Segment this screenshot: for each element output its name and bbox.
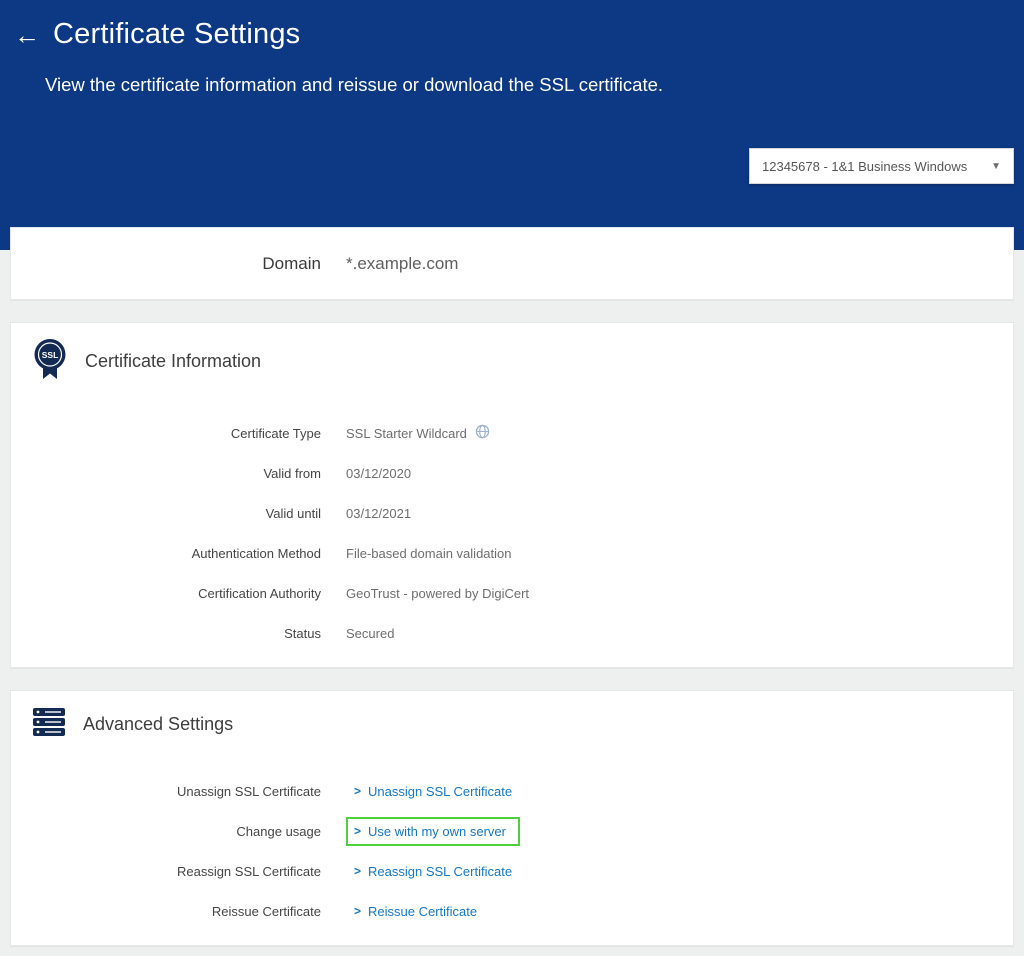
domain-label: Domain [11,254,321,274]
page-header: ← Certificate Settings View the certific… [0,0,1024,250]
reassign-ssl-link[interactable]: > Reassign SSL Certificate [354,864,512,879]
page-subtitle: View the certificate information and rei… [45,71,690,99]
domain-card: Domain *.example.com [10,227,1014,300]
use-own-server-link[interactable]: > Use with my own server [354,824,506,839]
ssl-badge-icon: SSL [31,338,69,385]
reassign-link-wrap: > Reassign SSL Certificate [346,857,526,886]
reissue-certificate-link[interactable]: > Reissue Certificate [354,904,477,919]
status-label: Status [11,626,321,641]
reissue-link-wrap: > Reissue Certificate [346,897,491,926]
cert-row-status: Status Secured [11,613,1013,653]
advanced-settings-title: Advanced Settings [83,714,233,735]
chevron-down-icon: ▼ [981,161,1001,172]
contract-selector-dropdown[interactable]: 12345678 - 1&1 Business Windows ▼ [749,148,1014,184]
chevron-right-icon: > [354,784,361,798]
unassign-label: Unassign SSL Certificate [11,784,321,799]
auth-method-label: Authentication Method [11,546,321,561]
authority-label: Certification Authority [11,586,321,601]
unassign-link-label: Unassign SSL Certificate [368,784,512,799]
action-row-change-usage: Change usage > Use with my own server [11,811,1013,851]
contract-selector-value: 12345678 - 1&1 Business Windows [762,159,967,174]
cert-row-valid-from: Valid from 03/12/2020 [11,453,1013,493]
reassign-label: Reassign SSL Certificate [11,864,321,879]
server-stack-icon [31,706,67,743]
status-value: Secured [346,626,1013,641]
chevron-right-icon: > [354,824,361,838]
authority-value: GeoTrust - powered by DigiCert [346,586,1013,601]
valid-until-value: 03/12/2021 [346,506,1013,521]
cert-row-auth-method: Authentication Method File-based domain … [11,533,1013,573]
certificate-information-title: Certificate Information [85,351,261,372]
reissue-link-label: Reissue Certificate [368,904,477,919]
reissue-label: Reissue Certificate [11,904,321,919]
use-own-server-link-label: Use with my own server [368,824,506,839]
action-row-reassign: Reassign SSL Certificate > Reassign SSL … [11,851,1013,891]
cert-row-valid-until: Valid until 03/12/2021 [11,493,1013,533]
cert-type-value: SSL Starter Wildcard [346,426,467,441]
domain-value: *.example.com [346,254,1013,274]
unassign-link-wrap: > Unassign SSL Certificate [346,777,526,806]
highlight-box: > Use with my own server [346,817,520,846]
valid-until-label: Valid until [11,506,321,521]
reassign-link-label: Reassign SSL Certificate [368,864,512,879]
svg-text:SSL: SSL [42,350,59,360]
unassign-ssl-link[interactable]: > Unassign SSL Certificate [354,784,512,799]
cert-row-type: Certificate Type SSL Starter Wildcard [11,413,1013,453]
cert-row-authority: Certification Authority GeoTrust - power… [11,573,1013,613]
advanced-settings-card: Advanced Settings Unassign SSL Certifica… [10,690,1014,946]
valid-from-value: 03/12/2020 [346,466,1013,481]
auth-method-value: File-based domain validation [346,546,1013,561]
certificate-information-card: SSL Certificate Information Certificate … [10,322,1014,668]
valid-from-label: Valid from [11,466,321,481]
chevron-right-icon: > [354,864,361,878]
wildcard-globe-icon[interactable] [475,424,490,442]
page-title: Certificate Settings [53,18,300,51]
change-usage-label: Change usage [11,824,321,839]
chevron-right-icon: > [354,904,361,918]
action-row-unassign: Unassign SSL Certificate > Unassign SSL … [11,771,1013,811]
cert-type-label: Certificate Type [11,426,321,441]
action-row-reissue: Reissue Certificate > Reissue Certificat… [11,891,1013,931]
back-arrow-icon[interactable]: ← [14,22,38,48]
